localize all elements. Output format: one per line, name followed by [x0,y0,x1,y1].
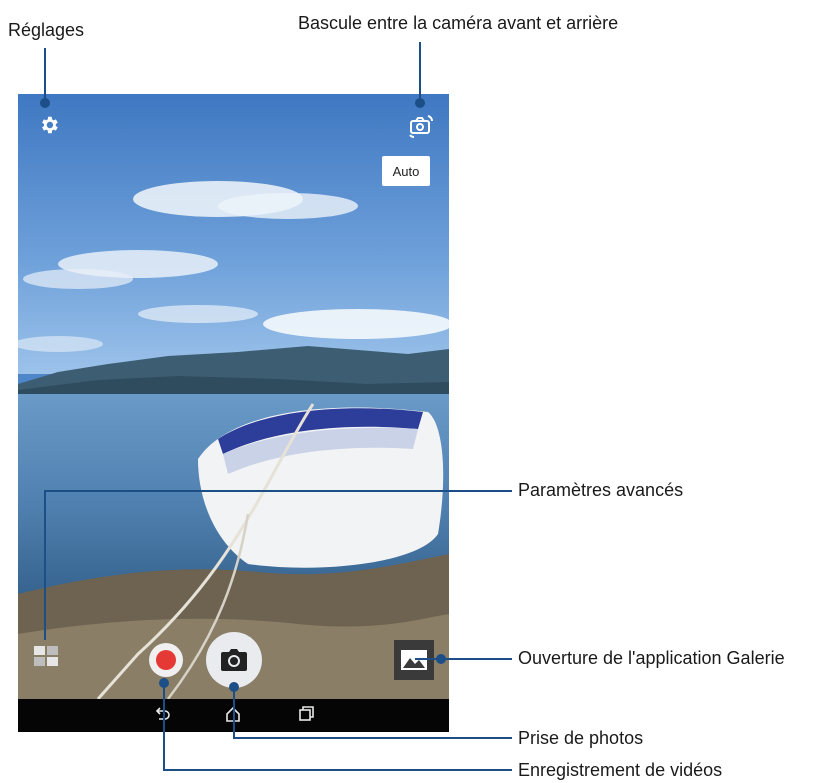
callout-dot-switch-camera [415,98,425,108]
advanced-settings-button[interactable] [32,642,60,670]
back-icon[interactable] [153,705,171,728]
callout-line-settings [44,48,46,102]
callout-dot-settings [40,98,50,108]
callout-settings-label: Réglages [8,20,85,40]
gear-icon [42,116,58,134]
callout-line-advanced-v [44,490,46,640]
callout-take-photo-label: Prise de photos [518,728,644,748]
shutter-button[interactable] [206,632,262,688]
callout-dot-video [159,678,169,688]
advanced-settings-icon [34,646,58,666]
callout-line-gallery [415,658,512,660]
callout-advanced-settings-label: Paramètres avancés [518,480,684,500]
callout-switch-camera-label: Bascule entre la caméra avant et arrière [298,13,619,33]
recents-icon[interactable] [297,705,315,728]
settings-button[interactable] [38,114,60,136]
callout-gallery-label: Ouverture de l'application Galerie [518,648,785,668]
switch-camera-button[interactable] [408,114,434,138]
camera-switch-icon [409,115,433,138]
camera-screen: Auto [18,94,449,732]
callout-line-video-h [163,769,512,771]
callout-line-photo-v [233,688,235,738]
callout-line-switch-camera [419,42,421,102]
callout-dot-gallery [436,654,446,664]
camera-icon [221,649,247,671]
gallery-button[interactable] [394,640,434,680]
callout-line-photo-h [233,737,512,739]
callout-line-advanced-h [44,490,512,492]
gallery-icon [401,650,427,670]
callout-line-video-v [163,684,165,770]
callout-record-video-label: Enregistrement de vidéos [518,760,723,780]
record-icon [156,650,176,670]
scene-mode-button[interactable]: Auto [382,156,430,186]
callout-dot-photo [229,682,239,692]
record-video-button[interactable] [149,643,183,677]
